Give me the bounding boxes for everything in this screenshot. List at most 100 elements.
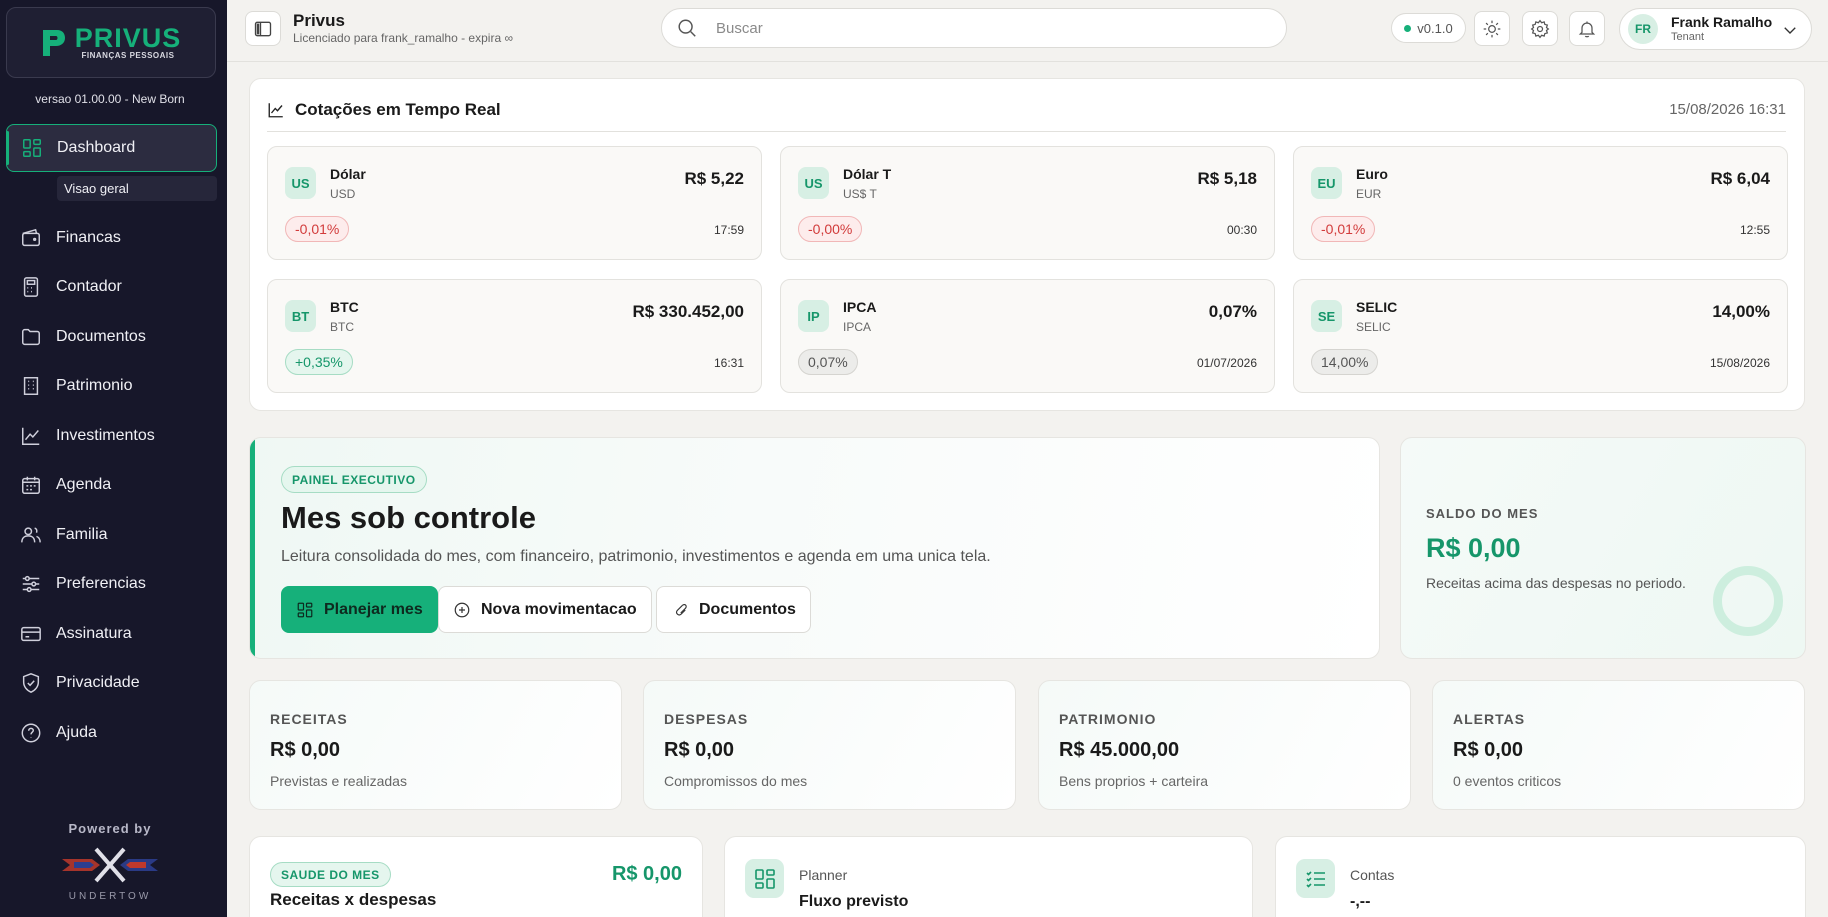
quote-name: BTC bbox=[330, 299, 359, 315]
sliders-icon bbox=[20, 573, 42, 595]
sidebar-item-label: Preferencias bbox=[56, 575, 146, 593]
sidebar-item-investimentos[interactable]: Investimentos bbox=[0, 411, 227, 461]
month-health-card[interactable]: SAUDE DO MES Receitas x despesas R$ 0,00 bbox=[249, 836, 703, 917]
quote-code: EUR bbox=[1356, 187, 1382, 201]
sidebar-item-ajuda[interactable]: Ajuda bbox=[0, 708, 227, 758]
quote-value: R$ 5,22 bbox=[684, 169, 744, 188]
quote-time: 01/07/2026 bbox=[1196, 356, 1257, 370]
executive-panel: PAINEL EXECUTIVO Mes sob controle Leitur… bbox=[249, 437, 1380, 659]
quote-code: SELIC bbox=[1356, 320, 1391, 334]
accounts-card[interactable]: Contas -,-- bbox=[1275, 836, 1806, 917]
search-input[interactable] bbox=[716, 19, 1216, 37]
plan-month-button[interactable]: Planejar mes bbox=[281, 586, 438, 633]
sidebar-item-financas[interactable]: Financas bbox=[0, 213, 227, 263]
stat-card-despesas[interactable]: DESPESAS R$ 0,00 Compromissos do mes bbox=[643, 680, 1016, 810]
logo-title: PRIVUS bbox=[74, 23, 182, 53]
user-menu[interactable]: FR Frank Ramalho Tenant bbox=[1619, 8, 1812, 50]
accounts-icon-box bbox=[1296, 859, 1335, 898]
quote-name: SELIC bbox=[1356, 299, 1398, 315]
executive-description: Leitura consolidada do mes, com financei… bbox=[281, 548, 991, 565]
quote-name: Dólar bbox=[330, 166, 366, 182]
sidebar-item-dashboard[interactable]: Dashboard bbox=[6, 124, 217, 172]
undertow-logo-icon bbox=[62, 847, 158, 883]
quotes-header: Cotações em Tempo Real bbox=[267, 100, 501, 120]
sidebar-item-label: Patrimonio bbox=[56, 377, 133, 395]
sidebar-item-label: Contador bbox=[56, 278, 122, 296]
documents-button[interactable]: Documentos bbox=[656, 586, 811, 633]
help-circle-icon bbox=[20, 722, 42, 744]
quote-card-btc[interactable]: BT BTC BTC R$ 330.452,00 +0,35% 16:31 bbox=[267, 279, 762, 393]
stat-label: ALERTAS bbox=[1453, 711, 1526, 727]
theme-toggle-button[interactable] bbox=[1474, 11, 1510, 46]
stat-card-patrimonio[interactable]: PATRIMONIO R$ 45.000,00 Bens proprios + … bbox=[1038, 680, 1411, 810]
bell-icon bbox=[1578, 21, 1596, 37]
currency-badge: SE bbox=[1311, 300, 1342, 332]
quote-name: Dólar T bbox=[843, 166, 892, 182]
sidebar-item-contador[interactable]: Contador bbox=[0, 263, 227, 313]
health-value: R$ 0,00 bbox=[611, 863, 682, 885]
brand-logo[interactable]: PRIVUS FINANÇAS PESSOAIS bbox=[6, 7, 216, 78]
quote-card-euro[interactable]: EU Euro EUR R$ 6,04 -0,01% 12:55 bbox=[1293, 146, 1788, 260]
building-icon bbox=[20, 375, 42, 397]
stat-value: R$ 0,00 bbox=[664, 739, 735, 761]
sidebar-item-agenda[interactable]: Agenda bbox=[0, 461, 227, 511]
quote-time: 15/08/2026 bbox=[1709, 356, 1770, 370]
quote-card-dolar[interactable]: US Dólar USD R$ 5,22 -0,01% 17:59 bbox=[267, 146, 762, 260]
quote-card-selic[interactable]: SE SELIC SELIC 14,00% 14,00% 15/08/2026 bbox=[1293, 279, 1788, 393]
version-label: versao 01.00.00 - New Born bbox=[35, 92, 185, 106]
sidebar-item-familia[interactable]: Familia bbox=[0, 510, 227, 560]
sidebar-item-label: Dashboard bbox=[57, 139, 136, 156]
quote-name: IPCA bbox=[843, 299, 877, 315]
quote-card-dolar-t[interactable]: US Dólar T US$ T R$ 5,18 -0,00% 00:30 bbox=[780, 146, 1275, 260]
quote-value: 14,00% bbox=[1712, 302, 1770, 321]
dashboard-icon bbox=[21, 137, 43, 159]
quote-value: R$ 330.452,00 bbox=[632, 302, 744, 321]
sidebar-toggle-button[interactable] bbox=[245, 11, 281, 46]
quote-change-badge: 0,07% bbox=[798, 349, 858, 375]
chart-line-icon bbox=[20, 425, 42, 447]
avatar: FR bbox=[1628, 14, 1658, 44]
status-dot bbox=[1404, 24, 1412, 32]
quote-change-badge: -0,01% bbox=[1311, 216, 1376, 242]
button-label: Nova movimentacao bbox=[481, 600, 637, 618]
balance-description: Receitas acima das despesas no periodo. bbox=[1426, 575, 1686, 591]
planner-card[interactable]: Planner Fluxo previsto bbox=[724, 836, 1253, 917]
calendar-icon bbox=[20, 474, 42, 496]
search-bar[interactable] bbox=[661, 8, 1287, 48]
sidebar-subitem-visao-geral[interactable]: Visao geral bbox=[57, 176, 217, 201]
app-name: Privus bbox=[293, 11, 345, 30]
new-transaction-button[interactable]: Nova movimentacao bbox=[438, 586, 652, 633]
button-label: Planejar mes bbox=[324, 600, 423, 618]
folder-icon bbox=[20, 326, 42, 348]
settings-button[interactable] bbox=[1522, 11, 1558, 46]
quotes-panel: Cotações em Tempo Real 15/08/2026 16:31 … bbox=[249, 78, 1805, 411]
calculator-icon bbox=[20, 276, 42, 298]
quote-time: 00:30 bbox=[1226, 223, 1257, 237]
search-icon bbox=[678, 19, 696, 37]
notifications-button[interactable] bbox=[1569, 11, 1605, 46]
sidebar-item-documentos[interactable]: Documentos bbox=[0, 312, 227, 362]
sidebar-item-assinatura[interactable]: Assinatura bbox=[0, 609, 227, 659]
quote-time: 17:59 bbox=[713, 223, 744, 237]
sidebar-item-patrimonio[interactable]: Patrimonio bbox=[0, 362, 227, 412]
sidebar-item-label: Familia bbox=[56, 525, 108, 543]
gear-icon bbox=[1530, 19, 1550, 38]
sidebar-item-label: Investimentos bbox=[56, 426, 155, 444]
executive-tag: PAINEL EXECUTIVO bbox=[281, 466, 427, 493]
stat-card-receitas[interactable]: RECEITAS R$ 0,00 Previstas e realizadas bbox=[249, 680, 622, 810]
quote-card-ipca[interactable]: IP IPCA IPCA 0,07% 0,07% 01/07/2026 bbox=[780, 279, 1275, 393]
stat-card-alertas[interactable]: ALERTAS R$ 0,00 0 eventos criticos bbox=[1432, 680, 1805, 810]
quote-code: BTC bbox=[330, 320, 354, 334]
sidebar-item-preferencias[interactable]: Preferencias bbox=[0, 560, 227, 610]
user-name: Frank Ramalho bbox=[1671, 14, 1773, 30]
stat-label: RECEITAS bbox=[270, 711, 348, 727]
list-check-icon bbox=[1305, 870, 1325, 888]
stat-label: PATRIMONIO bbox=[1059, 711, 1157, 727]
quotes-title: Cotações em Tempo Real bbox=[295, 100, 501, 119]
stat-value: R$ 0,00 bbox=[1453, 739, 1524, 761]
grid-icon bbox=[754, 868, 775, 889]
quote-change-badge: 14,00% bbox=[1311, 349, 1379, 375]
planner-icon-box bbox=[745, 859, 784, 898]
quote-time: 12:55 bbox=[1739, 223, 1770, 237]
sidebar-item-privacidade[interactable]: Privacidade bbox=[0, 659, 227, 709]
